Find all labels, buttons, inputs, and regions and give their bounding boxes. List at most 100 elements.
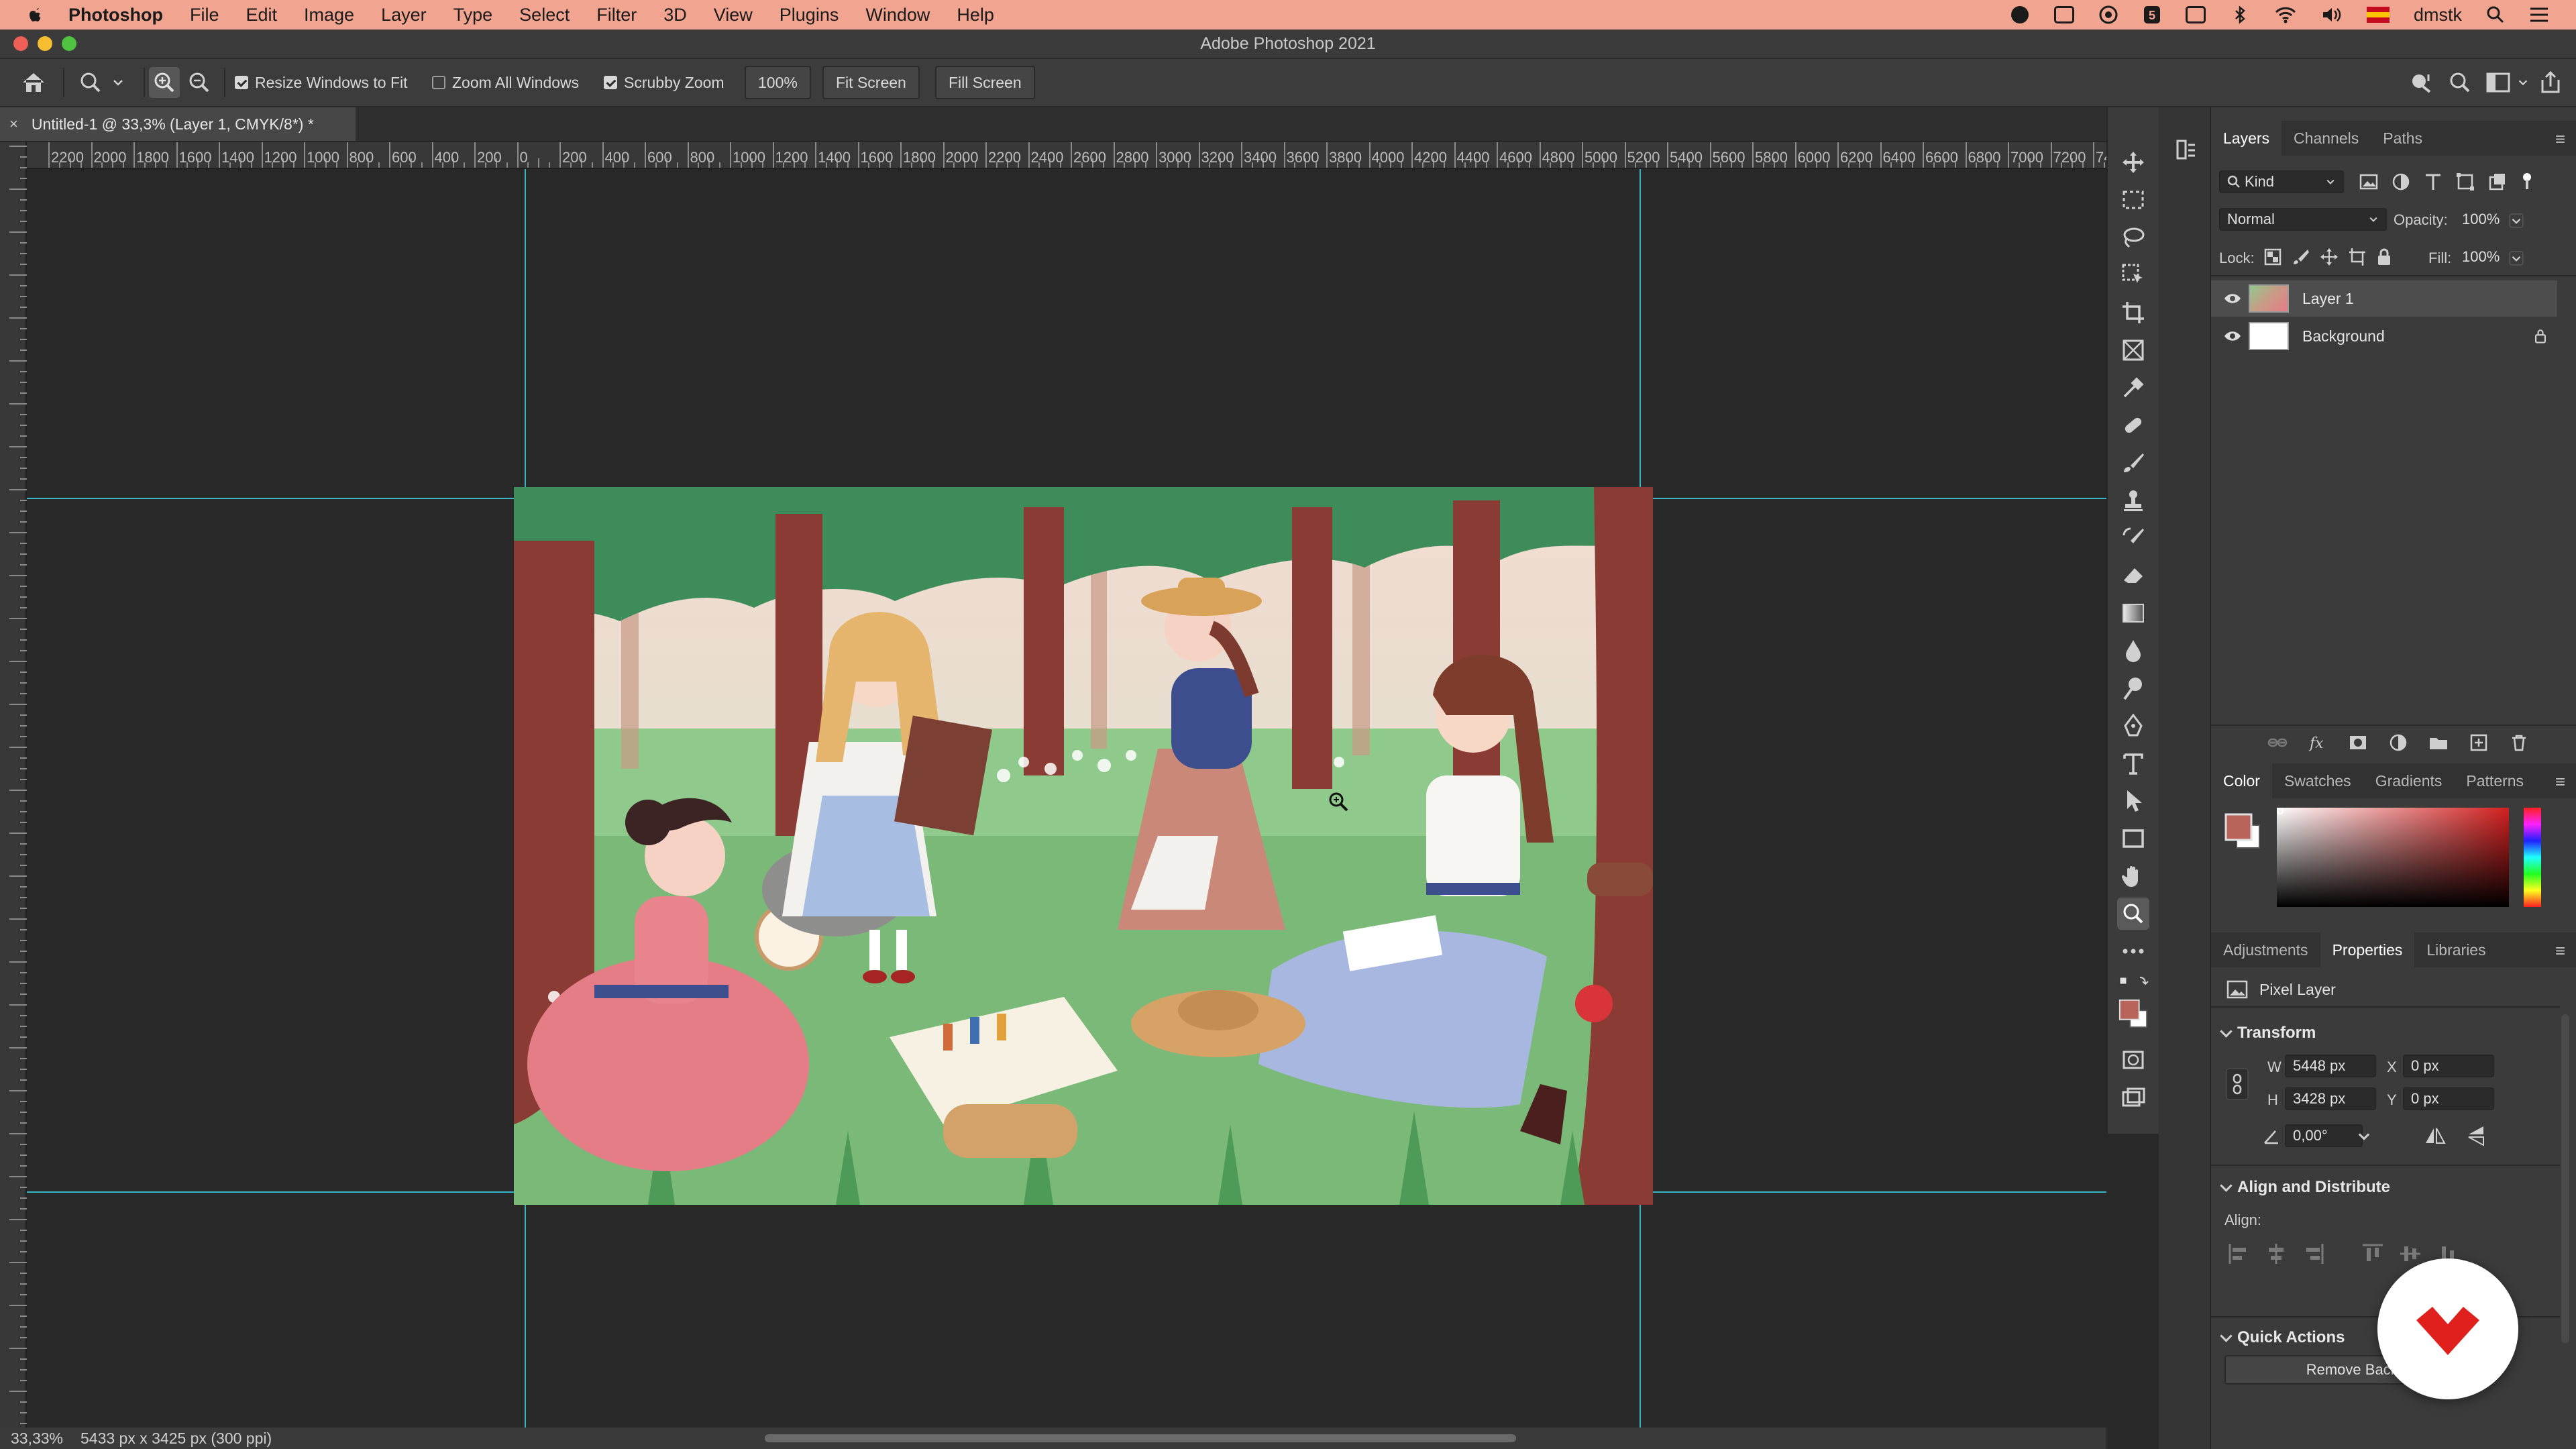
layer-row-layer-1[interactable]: Layer 1 <box>2211 280 2557 317</box>
checkbox-checked[interactable] <box>235 76 248 89</box>
horizontal-ruler[interactable]: 2200 2000 1800 1600 1400 1200 1000 800 600 400 200… <box>27 142 2129 169</box>
share-learn-button[interactable] <box>2408 59 2435 106</box>
chevron-down-icon[interactable] <box>2509 251 2524 266</box>
tab-swatches[interactable]: Swatches <box>2272 763 2363 798</box>
menu-window[interactable]: Window <box>865 5 930 25</box>
vertical-ruler[interactable] <box>0 142 27 1428</box>
lock-position-icon[interactable] <box>2320 247 2339 267</box>
spotlight-search-icon[interactable] <box>2486 5 2505 24</box>
filter-pixel-icon[interactable] <box>2359 172 2379 192</box>
angle-input[interactable]: 0,00° <box>2285 1124 2363 1147</box>
clone-stamp-tool[interactable] <box>2117 484 2149 517</box>
menu-file[interactable]: File <box>190 5 219 25</box>
filter-toggle-icon[interactable] <box>2520 172 2534 192</box>
menu-username[interactable]: dmstk <box>2414 5 2462 25</box>
flag-icon[interactable] <box>2366 7 2390 23</box>
tab-gradients[interactable]: Gradients <box>2363 763 2455 798</box>
new-group-icon[interactable] <box>2428 733 2449 753</box>
home-button[interactable] <box>20 59 47 106</box>
new-layer-icon[interactable] <box>2469 733 2489 753</box>
status-display-icon[interactable] <box>2185 6 2206 23</box>
canvas-area[interactable] <box>27 169 2106 1428</box>
edit-toolbar-button[interactable] <box>2117 935 2149 967</box>
color-picker-handle[interactable] <box>2277 808 2284 814</box>
gradient-tool[interactable] <box>2117 597 2149 629</box>
path-selection-tool[interactable] <box>2117 785 2149 817</box>
hue-slider[interactable] <box>2524 808 2541 907</box>
scrubby-zoom-checkbox[interactable]: Scrubby Zoom <box>604 59 724 106</box>
wifi-icon[interactable] <box>2274 5 2297 25</box>
lasso-tool[interactable] <box>2117 221 2149 254</box>
zoom-value-box[interactable]: 100% <box>745 66 811 99</box>
menu-select[interactable]: Select <box>519 5 570 25</box>
layer-row-background[interactable]: Background <box>2211 318 2557 354</box>
lock-artboard-icon[interactable] <box>2348 247 2367 267</box>
filter-shape-icon[interactable] <box>2455 172 2475 192</box>
y-input[interactable]: 0 px <box>2403 1087 2494 1110</box>
menu-help[interactable]: Help <box>957 5 994 25</box>
crop-tool[interactable] <box>2117 297 2149 329</box>
status-app-icon[interactable] <box>2010 5 2030 25</box>
zoom-in-button[interactable] <box>149 59 180 106</box>
close-window-button[interactable] <box>13 36 28 51</box>
chevron-down-icon[interactable] <box>2356 1128 2372 1144</box>
align-center-icon[interactable] <box>2265 1242 2288 1265</box>
tab-libraries[interactable]: Libraries <box>2414 932 2498 967</box>
menu-plugins[interactable]: Plugins <box>780 5 839 25</box>
fit-screen-button[interactable]: Fit Screen <box>822 59 920 106</box>
apple-icon[interactable] <box>25 5 46 25</box>
zoom-tool-preset-picker[interactable] <box>79 59 125 106</box>
zoom-all-windows-checkbox[interactable]: Zoom All Windows <box>432 59 579 106</box>
fx-icon[interactable]: fx <box>2308 733 2328 753</box>
minimize-window-button[interactable] <box>38 36 52 51</box>
type-tool[interactable] <box>2117 747 2149 780</box>
fill-screen-label[interactable]: Fill Screen <box>935 66 1035 99</box>
eye-icon[interactable] <box>2223 292 2242 305</box>
color-panel-swatches[interactable] <box>2223 810 2266 855</box>
close-tab-icon[interactable]: × <box>9 115 18 133</box>
menu-app-name[interactable]: Photoshop <box>68 5 163 25</box>
marquee-tool[interactable] <box>2117 184 2149 216</box>
height-input[interactable]: 3428 px <box>2285 1087 2376 1110</box>
search-button[interactable] <box>2449 59 2471 106</box>
frame-tool[interactable] <box>2117 334 2149 366</box>
tab-properties[interactable]: Properties <box>2320 932 2415 967</box>
zoom-100-button[interactable]: 100% <box>745 59 811 106</box>
menu-view[interactable]: View <box>714 5 753 25</box>
share-button[interactable] <box>2538 59 2563 106</box>
maximize-window-button[interactable] <box>62 36 76 51</box>
zoom-level[interactable]: 33,33% <box>11 1430 63 1448</box>
default-colors-button[interactable] <box>2117 974 2149 990</box>
move-tool[interactable] <box>2117 146 2149 178</box>
dodge-tool[interactable] <box>2117 672 2149 704</box>
menu-edit[interactable]: Edit <box>246 5 278 25</box>
history-brush-tool[interactable] <box>2117 522 2149 554</box>
align-left-icon[interactable] <box>2227 1242 2250 1265</box>
menu-image[interactable]: Image <box>304 5 354 25</box>
menu-3d[interactable]: 3D <box>663 5 687 25</box>
layer-filter-kind[interactable]: Kind <box>2219 170 2344 193</box>
lock-all-icon[interactable] <box>2376 247 2392 267</box>
new-adjustment-layer-icon[interactable] <box>2388 733 2408 753</box>
eraser-tool[interactable] <box>2117 559 2149 592</box>
menu-filter[interactable]: Filter <box>596 5 637 25</box>
checkbox-checked[interactable] <box>604 76 617 89</box>
checkbox-unchecked[interactable] <box>432 76 445 89</box>
fill-input[interactable]: 100% <box>2455 246 2505 268</box>
filter-type-icon[interactable] <box>2423 172 2443 192</box>
layer-name[interactable]: Layer 1 <box>2302 290 2354 308</box>
rectangle-tool[interactable] <box>2117 822 2149 855</box>
tab-layers[interactable]: Layers <box>2211 121 2282 156</box>
link-dimensions-icon[interactable] <box>2226 1068 2249 1100</box>
quick-mask-button[interactable] <box>2117 1044 2149 1076</box>
document-artwork[interactable] <box>514 487 1653 1205</box>
color-field[interactable] <box>2277 808 2509 907</box>
tab-paths[interactable]: Paths <box>2371 121 2434 156</box>
tab-adjustments[interactable]: Adjustments <box>2211 932 2320 967</box>
resize-windows-checkbox[interactable]: Resize Windows to Fit <box>235 59 408 106</box>
document-tab[interactable]: × Untitled-1 @ 33,3% (Layer 1, CMYK/8*) … <box>0 107 356 141</box>
link-layers-icon[interactable] <box>2267 733 2288 753</box>
zoom-tool[interactable] <box>2117 898 2149 930</box>
blur-tool[interactable] <box>2117 635 2149 667</box>
history-panel-button[interactable] <box>2175 138 2198 164</box>
